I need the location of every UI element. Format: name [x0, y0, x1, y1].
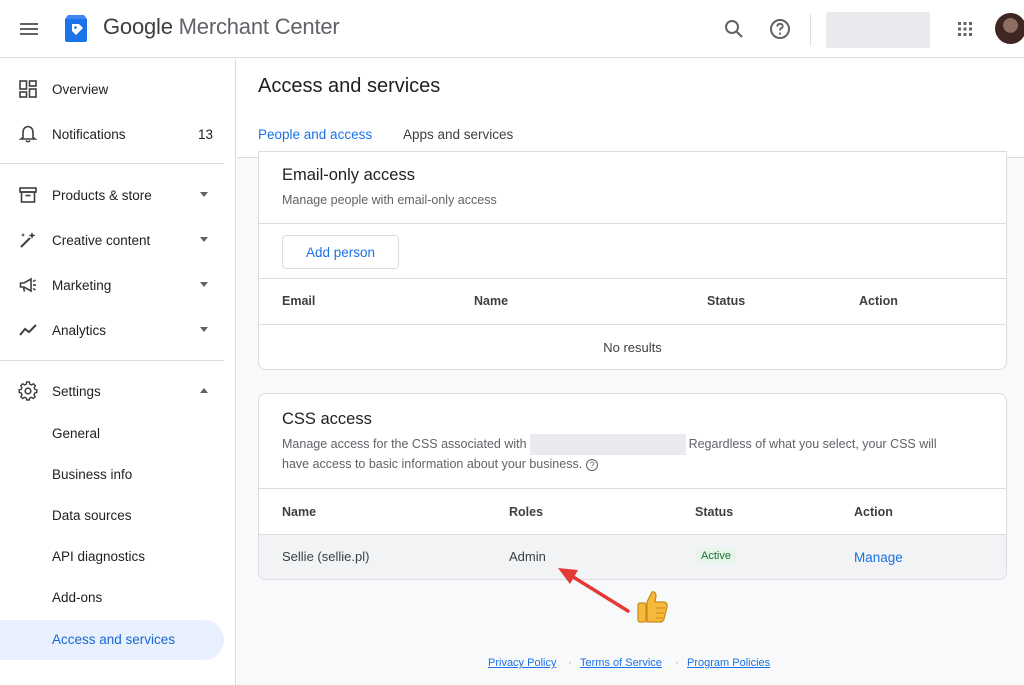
main-menu-icon[interactable]	[17, 17, 41, 41]
sidebar-subitem-label: Data sources	[52, 508, 132, 523]
table-divider	[259, 534, 1006, 535]
table-divider	[259, 324, 1006, 325]
chevron-down-icon	[200, 282, 208, 287]
page-title: Access and services	[258, 75, 441, 97]
chevron-down-icon	[200, 192, 208, 197]
column-header-name: Name	[474, 294, 509, 308]
sidebar-item-creative-content[interactable]: Creative content	[0, 220, 224, 260]
column-header-action: Action	[859, 294, 898, 308]
main-content: Access and services People and access Ap…	[237, 59, 1024, 685]
sidebar-item-products-store[interactable]: Products & store	[0, 175, 224, 215]
column-header-name: Name	[282, 505, 317, 519]
sidebar-item-label: Analytics	[52, 322, 107, 338]
tab-apps-and-services[interactable]: Apps and services	[403, 127, 513, 142]
description-text: Regardless of what you select, your CSS …	[688, 436, 937, 451]
search-icon[interactable]	[722, 17, 746, 41]
footer-separator: ·	[675, 657, 679, 669]
notification-count: 13	[197, 126, 213, 142]
description-text: have access to basic information about y…	[282, 457, 583, 471]
css-access-card: CSS access Manage access for the CSS ass…	[258, 393, 1007, 580]
row-name: Sellie (sellie.pl)	[282, 549, 370, 564]
sidebar-subitem-data-sources[interactable]: Data sources	[0, 496, 224, 536]
sidebar-item-marketing[interactable]: Marketing	[0, 265, 224, 305]
sidebar-item-label: Marketing	[52, 277, 112, 293]
description-text: Manage access for the CSS associated wit…	[282, 436, 527, 451]
chevron-down-icon	[200, 237, 208, 242]
sidebar-subitem-label: General	[52, 426, 101, 441]
card-divider	[259, 488, 1006, 489]
top-app-bar: Google Merchant Center	[0, 0, 1024, 58]
sidebar-item-overview[interactable]: Overview	[0, 69, 224, 109]
megaphone-icon	[19, 277, 36, 293]
sidebar-item-settings[interactable]: Settings	[0, 371, 224, 411]
toolbar-divider	[810, 14, 811, 46]
sidebar-item-notifications[interactable]: Notifications 13	[0, 114, 224, 154]
card-description: Manage people with email-only access	[282, 193, 497, 207]
bell-icon	[18, 125, 38, 143]
sidebar-item-label: Overview	[52, 81, 109, 97]
sidebar: Overview Notifications 13 Products & sto…	[0, 59, 236, 685]
avatar[interactable]	[995, 13, 1024, 44]
sidebar-subitem-label: Access and services	[52, 632, 176, 647]
sidebar-item-label: Notifications	[52, 126, 126, 142]
sidebar-divider	[0, 360, 224, 361]
dashboard-icon	[19, 80, 37, 98]
brand-product: Merchant Center	[178, 14, 340, 39]
account-switcher[interactable]	[826, 12, 930, 48]
storefront-icon	[19, 187, 37, 203]
merchant-center-logo	[65, 15, 87, 42]
sidebar-item-label: Creative content	[52, 232, 151, 248]
chevron-up-icon	[200, 388, 208, 393]
magic-wand-icon	[20, 232, 36, 248]
card-divider	[259, 223, 1006, 224]
sidebar-subitem-business-info[interactable]: Business info	[0, 455, 224, 495]
trending-line-icon	[19, 324, 37, 336]
sidebar-item-label: Settings	[52, 383, 101, 399]
sidebar-subitem-label: API diagnostics	[52, 549, 146, 564]
card-divider	[259, 278, 1006, 279]
apps-grid-icon[interactable]	[953, 17, 977, 41]
sidebar-item-label: Products & store	[52, 187, 152, 203]
add-person-button[interactable]: Add person	[282, 235, 399, 269]
redacted-css-name	[529, 434, 686, 455]
status-badge: Active	[696, 548, 736, 564]
page-header: Access and services People and access Ap…	[237, 59, 1024, 158]
thumbs-up-icon	[637, 591, 668, 623]
manage-link[interactable]: Manage	[854, 550, 903, 565]
help-icon[interactable]: ?	[586, 458, 599, 471]
program-policies-link[interactable]: Program Policies	[687, 657, 770, 669]
sidebar-subitem-label: Add-ons	[52, 590, 103, 605]
product-name: Google Merchant Center	[103, 14, 340, 40]
empty-state-text: No results	[603, 340, 662, 355]
gear-icon	[18, 381, 38, 401]
chevron-down-icon	[200, 327, 208, 332]
column-header-action: Action	[854, 505, 893, 519]
column-header-roles: Roles	[509, 505, 544, 519]
email-only-access-card: Email-only access Manage people with ema…	[258, 151, 1007, 370]
brand-google: Google	[103, 14, 173, 39]
sidebar-divider	[0, 163, 224, 164]
card-description: Manage access for the CSS associated wit…	[282, 434, 992, 474]
help-icon[interactable]	[768, 17, 792, 41]
sidebar-subitem-general[interactable]: General	[0, 414, 224, 454]
sidebar-subitem-api-diagnostics[interactable]: API diagnostics	[0, 537, 224, 577]
card-title: CSS access	[282, 410, 372, 428]
column-header-status: Status	[695, 505, 734, 519]
sidebar-subitem-label: Business info	[52, 467, 133, 482]
annotation-arrow-icon	[558, 568, 630, 613]
sidebar-subitem-add-ons[interactable]: Add-ons	[0, 578, 224, 618]
sidebar-subitem-access-and-services[interactable]: Access and services	[0, 620, 224, 660]
card-title: Email-only access	[282, 166, 415, 184]
privacy-policy-link[interactable]: Privacy Policy	[488, 657, 556, 669]
terms-of-service-link[interactable]: Terms of Service	[580, 657, 662, 669]
column-header-status: Status	[707, 294, 746, 308]
column-header-email: Email	[282, 294, 316, 308]
tab-people-and-access[interactable]: People and access	[258, 127, 372, 142]
row-role: Admin	[509, 549, 546, 564]
sidebar-item-analytics[interactable]: Analytics	[0, 310, 224, 350]
footer-separator: ·	[568, 657, 572, 669]
